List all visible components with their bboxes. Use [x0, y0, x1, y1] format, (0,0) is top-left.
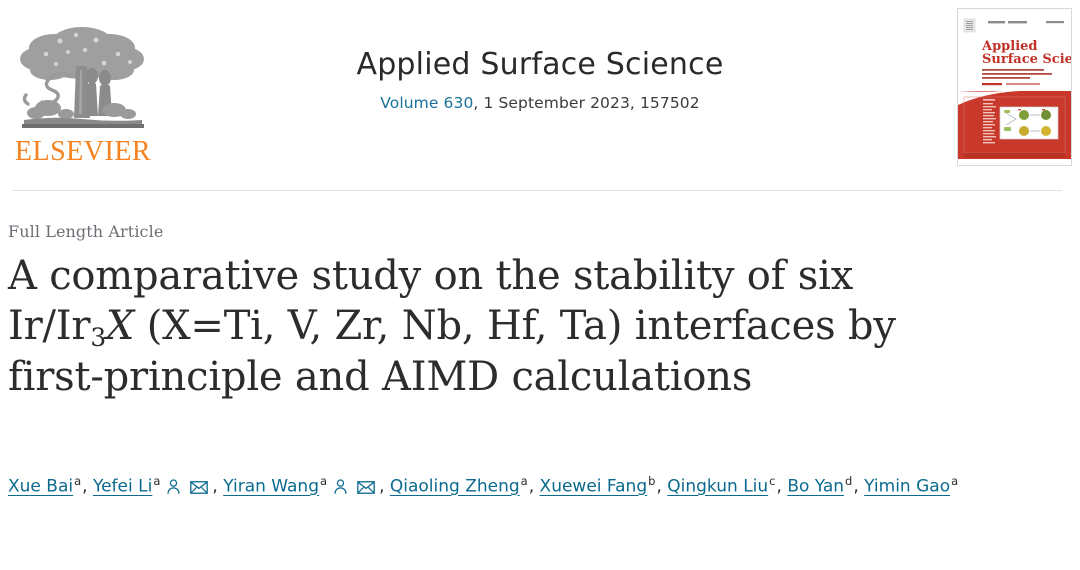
author-email-button[interactable]	[357, 480, 375, 495]
title-formula-subscript: 3	[90, 322, 106, 352]
author-affiliation-marker[interactable]: a	[521, 474, 528, 488]
author-affiliation-marker[interactable]: d	[845, 474, 852, 488]
author-link[interactable]: Xuewei Fang	[540, 477, 648, 497]
author-separator: ,	[853, 476, 865, 497]
elsevier-logo[interactable]: ELSEVIER	[10, 14, 155, 166]
title-line-2: Ir/Ir3X (X=Ti, V, Zr, Nb, Hf, Ta) interf…	[8, 302, 896, 352]
author-separator: ,	[212, 476, 224, 497]
elsevier-tree-icon	[20, 27, 144, 128]
article-type-label: Full Length Article	[8, 222, 164, 241]
author-affiliation-marker[interactable]: c	[769, 474, 775, 488]
author-affiliation-marker[interactable]: b	[648, 474, 655, 488]
author-profile-icon	[167, 479, 180, 494]
author-separator: ,	[528, 476, 540, 497]
author-link[interactable]: Qingkun Liu	[667, 477, 768, 497]
author-email-icon	[357, 480, 375, 494]
author-link[interactable]: Yiran Wang	[223, 477, 319, 497]
author-profile-button[interactable]	[332, 478, 349, 495]
title-formula-suffix: (X=Ti, V, Zr, Nb, Hf, Ta) interfaces by	[134, 302, 896, 349]
author-email-button[interactable]	[190, 480, 209, 495]
svg-text:Surface Science: Surface Science	[982, 52, 1071, 67]
journal-issue-date: , 1 September 2023, 157502	[473, 93, 700, 112]
author-link[interactable]: Bo Yan	[787, 477, 844, 497]
author-separator: ,	[379, 476, 390, 497]
article-title: A comparative study on the stability of …	[8, 252, 968, 403]
author-separator: ,	[776, 476, 788, 497]
author-profile-button[interactable]	[165, 478, 182, 495]
author-link[interactable]: Yimin Gao	[864, 477, 950, 497]
elsevier-wordmark: ELSEVIER	[14, 136, 152, 167]
journal-volume-link[interactable]: Volume 630	[380, 94, 473, 112]
author-affiliation-marker[interactable]: a	[951, 474, 958, 488]
journal-name[interactable]: Applied Surface Science	[190, 47, 890, 83]
author-affiliation-marker[interactable]: a	[153, 474, 160, 488]
journal-issue-meta: Volume 630, 1 September 2023, 157502	[190, 94, 890, 112]
title-formula-variable: X	[105, 302, 135, 349]
author-list: Xue Baia, Yefei Lia, Yiran Wanga, Qiaoli…	[8, 470, 1068, 504]
journal-cover-thumbnail[interactable]: Applied Surface Science	[957, 8, 1072, 166]
author-link[interactable]: Qiaoling Zheng	[390, 477, 520, 497]
title-line-1: A comparative study on the stability of …	[8, 253, 854, 299]
header-divider	[12, 190, 1062, 191]
author-email-icon	[190, 480, 209, 494]
author-separator: ,	[656, 476, 668, 497]
author-link[interactable]: Yefei Li	[93, 477, 152, 497]
article-header: Full Length Article A comparative study …	[8, 222, 1008, 403]
journal-cover-artwork: Applied Surface Science	[958, 9, 1071, 165]
journal-title-block: Applied Surface Science Volume 630, 1 Se…	[190, 47, 890, 112]
author-separator: ,	[82, 476, 93, 497]
author-link[interactable]: Xue Bai	[8, 477, 73, 497]
title-formula-prefix: Ir/Ir	[8, 302, 91, 349]
journal-masthead: ELSEVIER Applied Surface Science Volume …	[0, 0, 1080, 178]
author-profile-icon	[334, 479, 347, 494]
title-line-3: first-principle and AIMD calculations	[8, 354, 753, 401]
author-affiliation-marker[interactable]: a	[74, 474, 81, 488]
author-affiliation-marker[interactable]: a	[320, 474, 327, 488]
